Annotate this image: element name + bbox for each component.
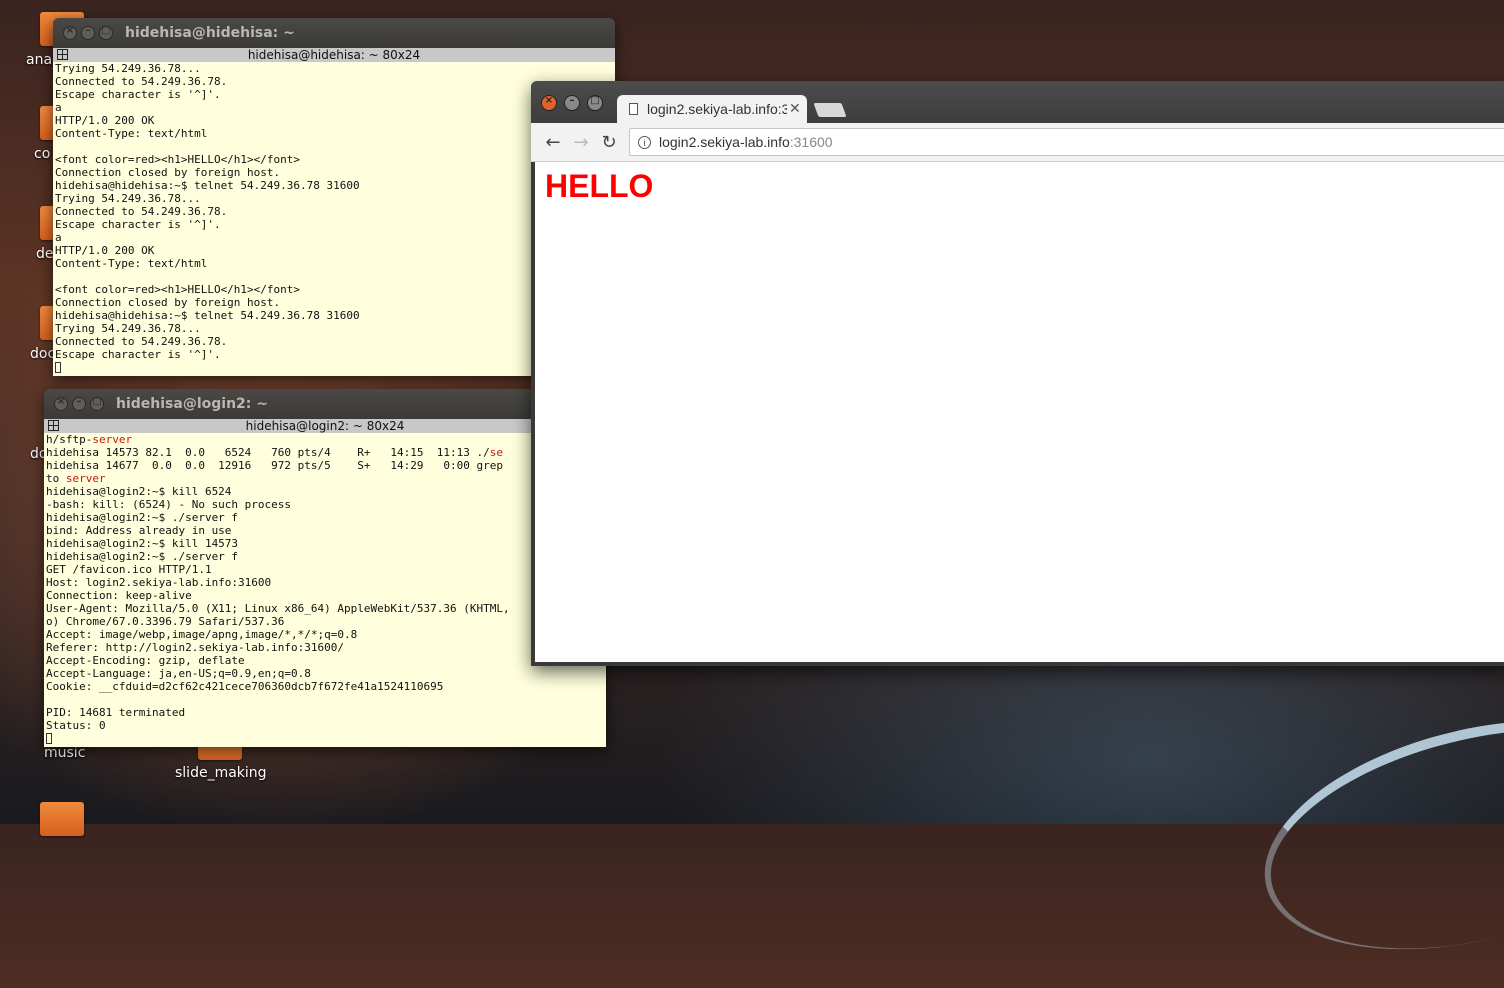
terminal-text: Status: 0 (46, 719, 106, 732)
terminal-text: Connection: keep-alive (46, 589, 192, 602)
desktop-icon-label[interactable]: slide_making (175, 765, 267, 781)
terminal-text: hidehisa@login2:~$ ./server f (46, 511, 239, 524)
forward-arrow-icon[interactable]: → (567, 132, 595, 153)
terminal-text: Cookie: __cfduid=d2cf62c421cece706360dcb… (46, 680, 444, 693)
terminal-line: PID: 14681 terminated (46, 706, 606, 719)
grid-icon[interactable] (48, 420, 59, 431)
highlighted-text: server (65, 472, 106, 485)
terminal-line: Host: login2.sekiya-lab.info:31600 (46, 576, 606, 589)
desktop-icon-label[interactable]: ana (26, 52, 52, 68)
terminal-line: GET /favicon.ico HTTP/1.1 (46, 563, 606, 576)
close-button[interactable]: × (54, 396, 68, 411)
cursor (55, 362, 61, 373)
terminal-line: Connection: keep-alive (46, 589, 606, 602)
terminal-text: Accept-Language: ja,en-US;q=0.9,en;q=0.8 (46, 667, 311, 680)
highlighted-text: se (489, 446, 503, 459)
terminal-text: hidehisa 14677 0.0 0.0 12916 972 pts/5 S… (46, 459, 503, 472)
tab-strip[interactable]: × – □ login2.sekiya-lab.info:31600 ✕ (531, 81, 1504, 123)
window-title: hidehisa@login2: ~ (116, 396, 268, 412)
grid-icon[interactable] (57, 49, 68, 60)
url-host: login2.sekiya-lab.info (659, 134, 790, 150)
tab-title: login2.sekiya-lab.info:31600 (647, 101, 787, 117)
maximize-button[interactable]: □ (90, 396, 104, 411)
terminal-output[interactable]: h/sftp-server hidehisa 14573 82.1 0.0 652… (44, 433, 606, 747)
browser-toolbar: ← → ↻ i login2.sekiya-lab.info:31600 (531, 123, 1504, 162)
terminal-text: User-Agent: Mozilla/5.0 (X11; Linux x86_… (46, 602, 510, 615)
terminal-line: Accept-Encoding: gzip, deflate (46, 654, 606, 667)
terminal-line: hidehisa@login2:~$ ./server f (46, 550, 606, 563)
info-icon[interactable]: i (638, 135, 651, 149)
terminal-line: bind: Address already in use (46, 524, 606, 537)
terminal-text: -bash: kill: (6524) - No such process (46, 498, 292, 511)
address-bar[interactable]: i login2.sekiya-lab.info:31600 (629, 128, 1504, 156)
terminal-text: bind: Address already in use (46, 524, 232, 537)
terminal-text: hidehisa@login2:~$ ./server f (46, 550, 239, 563)
close-button[interactable]: × (541, 95, 557, 111)
close-button[interactable]: × (63, 25, 77, 40)
terminal-line: hidehisa@login2:~$ ./server f (46, 511, 606, 524)
terminal-line: Accept: image/webp,image/apng,image/*,*/… (46, 628, 606, 641)
terminal-size-label: hidehisa@hidehisa: ~ 80x24 (247, 48, 421, 62)
highlighted-text: server (92, 433, 133, 446)
page-content: HELLO (535, 162, 1504, 662)
minimize-button[interactable]: – (564, 95, 580, 111)
terminal-text: hidehisa@login2:~$ kill 6524 (46, 485, 232, 498)
terminal-text: h/sftp- (46, 433, 93, 446)
desktop-icon-label[interactable]: de (36, 246, 54, 262)
folder-icon[interactable] (40, 802, 84, 836)
terminal-text: Host: login2.sekiya-lab.info:31600 (46, 576, 272, 589)
page-heading: HELLO (545, 168, 654, 204)
terminal-line: h/sftp-server (46, 433, 606, 446)
terminal-text: PID: 14681 terminated (46, 706, 186, 719)
page-icon (629, 103, 638, 115)
terminal-text: hidehisa 14573 82.1 0.0 6524 760 pts/4 R… (46, 446, 490, 459)
terminal-line: Accept-Language: ja,en-US;q=0.9,en;q=0.8 (46, 667, 606, 680)
terminal-header: hidehisa@login2: ~ 80x24 (44, 419, 606, 433)
desktop-icon-label[interactable]: music (44, 745, 85, 761)
terminal-line: hidehisa@login2:~$ kill 6524 (46, 485, 606, 498)
terminal-size-label: hidehisa@login2: ~ 80x24 (245, 419, 405, 433)
terminal-window-login2[interactable]: × – □ hidehisa@login2: ~ hidehisa@login2… (44, 389, 606, 747)
terminal-text: to (46, 472, 66, 485)
window-title: hidehisa@hidehisa: ~ (125, 25, 295, 41)
minimize-button[interactable]: – (72, 396, 86, 411)
cursor (46, 733, 52, 744)
terminal-line: o) Chrome/67.0.3396.79 Safari/537.36 (46, 615, 606, 628)
back-arrow-icon[interactable]: ← (539, 132, 567, 153)
terminal-line: hidehisa 14677 0.0 0.0 12916 972 pts/5 S… (46, 459, 606, 472)
close-tab-icon[interactable]: ✕ (789, 101, 801, 117)
browser-window[interactable]: × – □ login2.sekiya-lab.info:31600 ✕ ← →… (531, 81, 1504, 666)
terminal-line: hidehisa 14573 82.1 0.0 6524 760 pts/4 R… (46, 446, 606, 459)
terminal-line: Cookie: __cfduid=d2cf62c421cece706360dcb… (46, 680, 606, 693)
terminal-text: GET /favicon.ico HTTP/1.1 (46, 563, 212, 576)
terminal-line: Status: 0 (46, 719, 606, 732)
reload-icon[interactable]: ↻ (595, 132, 623, 153)
maximize-button[interactable]: □ (587, 95, 603, 111)
terminal-line: Trying 54.249.36.78... (55, 62, 201, 75)
terminal-text: Accept-Encoding: gzip, deflate (46, 654, 245, 667)
terminal-text: Referer: http://login2.sekiya-lab.info:3… (46, 641, 345, 654)
terminal-line: User-Agent: Mozilla/5.0 (X11; Linux x86_… (46, 602, 606, 615)
tab-active[interactable]: login2.sekiya-lab.info:31600 ✕ (617, 95, 807, 123)
desktop-icon-label[interactable]: doc (30, 346, 55, 362)
desktop-icon-label[interactable]: co (34, 146, 50, 162)
new-tab-button[interactable] (813, 103, 847, 117)
terminal-line: to server (46, 472, 606, 485)
terminal-line: Referer: http://login2.sekiya-lab.info:3… (46, 641, 606, 654)
terminal-line: hidehisa@login2:~$ kill 14573 (46, 537, 606, 550)
terminal-text: o) Chrome/67.0.3396.79 Safari/537.36 (46, 615, 285, 628)
url-port: :31600 (789, 134, 833, 150)
terminal-text: hidehisa@login2:~$ kill 14573 (46, 537, 239, 550)
wallpaper-ring (1240, 681, 1504, 988)
titlebar[interactable]: × – □ hidehisa@login2: ~ (44, 389, 606, 419)
minimize-button[interactable]: – (81, 25, 95, 40)
terminal-text: Accept: image/webp,image/apng,image/*,*/… (46, 628, 358, 641)
maximize-button[interactable]: □ (99, 25, 113, 40)
terminal-line: -bash: kill: (6524) - No such process (46, 498, 606, 511)
titlebar[interactable]: × – □ hidehisa@hidehisa: ~ (53, 18, 615, 48)
terminal-header: hidehisa@hidehisa: ~ 80x24 (53, 48, 615, 62)
